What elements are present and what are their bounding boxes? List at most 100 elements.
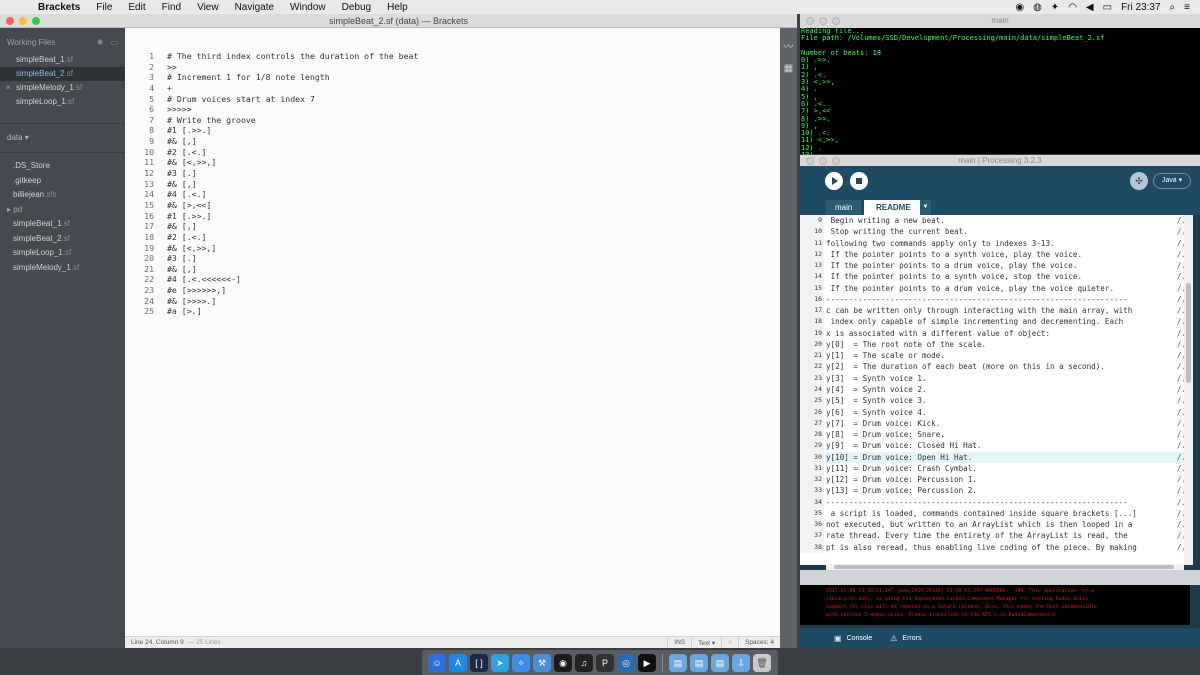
console-tab[interactable]: ▣ Console xyxy=(834,634,872,643)
working-file-item[interactable]: simpleBeat_1.sf xyxy=(0,53,125,67)
working-file-item[interactable]: × simpleMelody_1.sf xyxy=(0,81,125,95)
language-mode-dropdown[interactable]: Text ▾ xyxy=(691,637,721,648)
player-icon[interactable]: ▶ xyxy=(638,653,656,672)
menu-file[interactable]: File xyxy=(88,2,120,13)
debugger-button[interactable]: ✣ xyxy=(1130,172,1148,190)
project-dropdown[interactable]: data ▾ xyxy=(0,130,125,146)
spotlight-search-icon[interactable]: ⌕ xyxy=(1170,2,1176,13)
clock[interactable]: Fri 23:37 xyxy=(1121,2,1160,13)
telegram-icon[interactable]: ➤ xyxy=(491,653,509,672)
errors-tab[interactable]: ⚠ Errors xyxy=(890,634,921,643)
documents-folder-icon[interactable]: ▤ xyxy=(690,653,708,672)
file-tree-item[interactable]: simpleBeat_2.sf xyxy=(0,232,125,247)
processing-window: main | Processing 3.2.3 ✣ Java ▾ main RE… xyxy=(800,155,1200,648)
file-tree-item[interactable]: simpleLoop_1.sf xyxy=(0,246,125,261)
editor-vertical-scrollbar[interactable] xyxy=(1184,215,1193,565)
close-window-icon[interactable] xyxy=(806,157,814,165)
music-app-icon[interactable]: ♫ xyxy=(575,653,593,672)
code-line: 5 # Drum voices start at index 7 xyxy=(125,94,780,105)
extension-manager-icon[interactable]: ▦ xyxy=(780,63,797,74)
tab-main[interactable]: main xyxy=(826,200,862,215)
code-text: # Write the groove xyxy=(167,114,256,125)
scroll-thumb[interactable] xyxy=(834,565,1174,569)
console-warning-line: Support for this will be removed in a fu… xyxy=(826,604,1097,610)
run-button[interactable] xyxy=(825,172,843,190)
file-tree-item[interactable]: simpleBeat_1.sf xyxy=(0,217,125,232)
tab-menu-arrow-icon[interactable]: ▼ xyxy=(920,200,931,215)
menu-app-name[interactable]: Brackets xyxy=(30,2,88,13)
close-icon[interactable]: × xyxy=(6,81,11,95)
code-line: 18 #2 [.<.] xyxy=(125,232,780,243)
minimize-window-icon[interactable] xyxy=(819,157,827,165)
minimize-window-icon[interactable] xyxy=(819,17,827,25)
desktop-folder-icon[interactable]: ▤ xyxy=(711,653,729,672)
minimize-window-icon[interactable] xyxy=(19,17,27,25)
code-line: 16 #1 [.>>.] xyxy=(125,211,780,222)
working-file-item-active[interactable]: simpleBeat_2.sf xyxy=(0,67,125,81)
menu-window[interactable]: Window xyxy=(282,2,334,13)
file-tree-folder[interactable]: ▸ pd xyxy=(0,203,125,218)
notification-center-icon[interactable]: ≡ xyxy=(1184,2,1190,13)
menu-edit[interactable]: Edit xyxy=(120,2,153,13)
mode-selector[interactable]: Java ▾ xyxy=(1153,173,1191,189)
app-store-icon[interactable]: A xyxy=(449,653,467,672)
menu-debug[interactable]: Debug xyxy=(334,2,379,13)
menu-bar: Brackets File Edit Find View Navigate Wi… xyxy=(0,0,1200,14)
zoom-window-icon[interactable] xyxy=(832,157,840,165)
dropbox-icon[interactable]: ✦ xyxy=(1051,2,1059,13)
volume-icon[interactable]: ◀ xyxy=(1086,2,1094,13)
processing-editor[interactable]: 9 Begin writing a new beat./. 10 Stop wri… xyxy=(800,215,1190,565)
processing-app-icon[interactable]: P xyxy=(596,653,614,672)
code-editor[interactable]: 1 # The third index controls the duration… xyxy=(125,28,780,636)
stop-button[interactable] xyxy=(850,172,868,190)
line-number: 32 xyxy=(800,474,824,486)
close-window-icon[interactable] xyxy=(6,17,14,25)
tab-readme[interactable]: README xyxy=(864,200,923,215)
file-tree-item[interactable]: billiejean.sfs xyxy=(0,188,125,203)
safari-icon[interactable]: ✧ xyxy=(512,653,530,672)
line-number: 22 xyxy=(144,274,154,285)
browser-icon[interactable]: ◎ xyxy=(617,653,635,672)
working-files-header: Working Files ✱ ▭ xyxy=(0,31,125,53)
downloads-folder-icon[interactable]: ⇩ xyxy=(732,653,750,672)
line-number: 18 xyxy=(800,316,824,328)
battery-icon[interactable]: ▭ xyxy=(1103,2,1112,13)
wifi-icon[interactable]: ◠ xyxy=(1068,2,1077,13)
indent-setting[interactable]: Spaces: 4 xyxy=(738,637,780,648)
menu-help[interactable]: Help xyxy=(379,2,416,13)
menu-find[interactable]: Find xyxy=(154,2,189,13)
working-file-item[interactable]: simpleLoop_1.sf xyxy=(0,95,125,109)
console-line: File path: /Volumes/SSD/Development/Proc… xyxy=(801,34,1105,43)
line-number: 21 xyxy=(800,350,824,362)
record-app-icon[interactable]: ◉ xyxy=(554,653,572,672)
code-text: #& [<,>>,] xyxy=(167,242,217,253)
applications-folder-icon[interactable]: ▤ xyxy=(669,653,687,672)
console-line: 11) <,>>, xyxy=(801,136,839,145)
linting-status-icon[interactable]: ○ xyxy=(721,637,738,648)
file-tree-item[interactable]: simpleMelody_1.sf xyxy=(0,261,125,276)
code-text: y[13] = Drum voice: Percussion 2. xyxy=(826,486,977,496)
gear-icon[interactable]: ✱ xyxy=(97,38,104,47)
live-preview-icon[interactable]: 〰 xyxy=(780,38,797,53)
scroll-thumb[interactable] xyxy=(1186,283,1191,383)
menu-navigate[interactable]: Navigate xyxy=(227,2,282,13)
code-text: ----------------------------------------… xyxy=(826,497,1128,507)
zoom-window-icon[interactable] xyxy=(32,17,40,25)
trash-icon[interactable]: 🗑 xyxy=(753,653,771,672)
code-text: y[3] = Synth voice 1. xyxy=(826,373,927,383)
brackets-app-icon[interactable]: [ ] xyxy=(470,653,488,672)
right-toolbar: 〰 ▦ xyxy=(780,28,797,648)
finder-icon[interactable]: ☺ xyxy=(428,653,446,672)
xcode-icon[interactable]: ⚒ xyxy=(533,653,551,672)
code-line: 8 #1 [.>>.] xyxy=(125,125,780,136)
creative-cloud-icon[interactable]: ◍ xyxy=(1033,2,1042,13)
insert-mode-toggle[interactable]: INS xyxy=(667,637,691,648)
zoom-window-icon[interactable] xyxy=(832,17,840,25)
split-view-icon[interactable]: ▭ xyxy=(110,38,118,47)
file-tree-item[interactable]: .DS_Store xyxy=(0,159,125,174)
record-icon[interactable]: ◉ xyxy=(1015,2,1024,13)
close-window-icon[interactable] xyxy=(806,17,814,25)
menu-view[interactable]: View xyxy=(189,2,227,13)
line-number: 13 xyxy=(144,178,154,189)
file-tree-item[interactable]: .gitkeep xyxy=(0,174,125,189)
